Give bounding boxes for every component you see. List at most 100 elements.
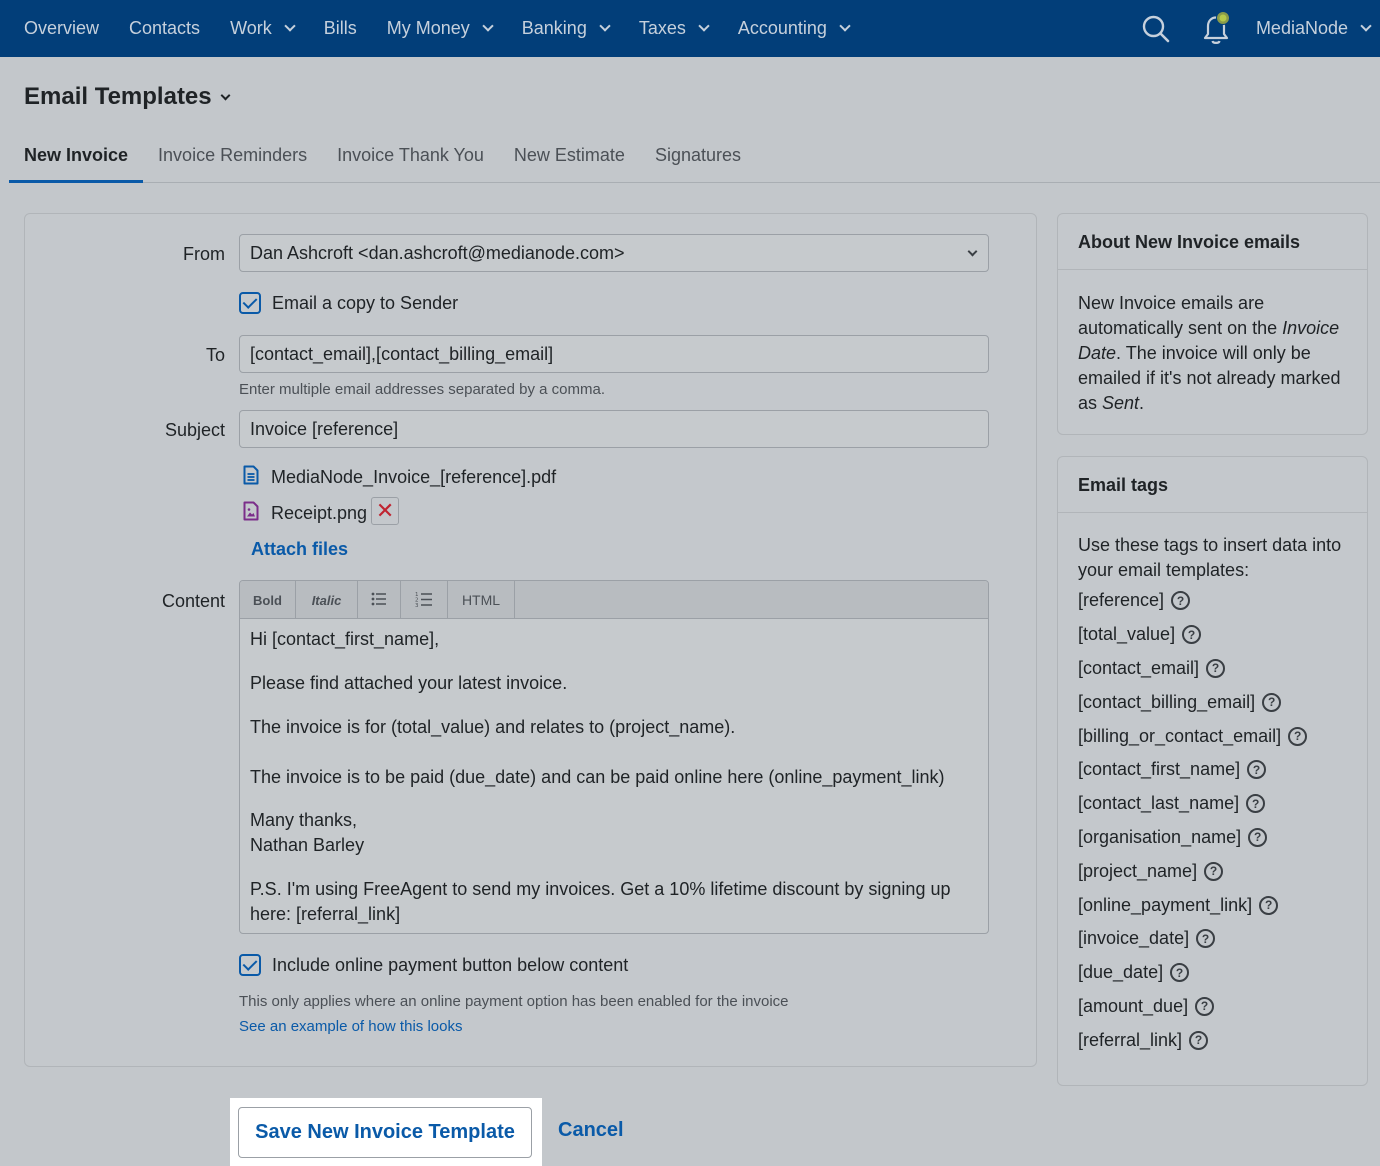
nav-item-contacts[interactable]: Contacts	[114, 0, 215, 57]
nav-item-work[interactable]: Work	[215, 0, 309, 57]
bell-icon[interactable]	[1196, 9, 1236, 49]
email-tag-row: [contact_billing_email]?	[1078, 685, 1347, 719]
email-tag-row: [project_name]?	[1078, 854, 1347, 888]
nav-item-label: Work	[230, 18, 272, 38]
search-icon[interactable]	[1136, 9, 1176, 49]
chevron-down-icon	[284, 20, 296, 32]
subject-input[interactable]: Invoice [reference]	[239, 410, 989, 448]
email-tags-list: [reference]? [total_value]? [contact_email…	[1078, 584, 1347, 1057]
email-tag-row: [contact_first_name]?	[1078, 753, 1347, 787]
content-line: The invoice is to be paid (due_date) and…	[250, 767, 945, 787]
email-tag-label: [contact_billing_email]	[1078, 691, 1256, 712]
remove-attachment-button[interactable]: ✕	[371, 496, 400, 525]
attach-files-link[interactable]: Attach files	[251, 539, 348, 560]
help-icon[interactable]: ?	[1259, 895, 1279, 915]
html-button[interactable]: HTML	[448, 581, 515, 619]
nav-item-overview[interactable]: Overview	[0, 0, 114, 57]
subject-value: Invoice [reference]	[250, 419, 399, 439]
copy-sender-checkbox[interactable]	[239, 292, 261, 314]
nav-item-label: Bills	[323, 18, 357, 38]
account-menu[interactable]: MediaNode	[1256, 18, 1372, 39]
nav-item-accounting[interactable]: Accounting	[723, 0, 864, 57]
help-icon[interactable]: ?	[1248, 827, 1268, 847]
nav-right: MediaNode	[1136, 0, 1372, 57]
tab-new-invoice[interactable]: New Invoice	[9, 131, 144, 183]
email-tag-row: [due_date]?	[1078, 956, 1347, 990]
email-tag-row: [contact_email]?	[1078, 652, 1347, 686]
tab-invoice-reminders[interactable]: Invoice Reminders	[143, 131, 322, 183]
help-icon[interactable]: ?	[1182, 625, 1202, 645]
email-tag-row: [reference]?	[1078, 584, 1347, 618]
nav-item-label: Taxes	[638, 18, 686, 38]
nav-item-taxes[interactable]: Taxes	[624, 0, 723, 57]
bold-button[interactable]: Bold	[240, 581, 296, 619]
email-tag-row: [online_payment_link]?	[1078, 888, 1347, 922]
attachment-name: Receipt.png	[271, 503, 368, 523]
tab-invoice-thank-you[interactable]: Invoice Thank You	[322, 131, 499, 183]
email-tag-label: [invoice_date]	[1078, 928, 1190, 949]
email-tag-label: [due_date]	[1078, 962, 1164, 983]
help-icon[interactable]: ?	[1189, 1030, 1209, 1050]
from-value: Dan Ashcroft <dan.ashcroft@medianode.com…	[250, 243, 625, 263]
email-tag-label: [amount_due]	[1078, 995, 1189, 1016]
chevron-down-icon	[967, 246, 978, 257]
tab-new-estimate[interactable]: New Estimate	[499, 131, 640, 183]
email-tags-title: Email tags	[1058, 457, 1367, 513]
bullet-list-button[interactable]	[358, 581, 401, 619]
cancel-button[interactable]: Cancel	[558, 1119, 624, 1142]
copy-sender-row: Email a copy to Sender	[239, 292, 458, 314]
editor-content[interactable]: Hi [contact_first_name], Please find att…	[240, 619, 988, 933]
nav-item-my-money[interactable]: My Money	[372, 0, 507, 57]
email-tag-label: [referral_link]	[1078, 1029, 1183, 1050]
payment-button-checkbox[interactable]	[239, 954, 261, 976]
help-icon[interactable]: ?	[1196, 929, 1216, 949]
nav-item-banking[interactable]: Banking	[507, 0, 624, 57]
help-icon[interactable]: ?	[1288, 726, 1308, 746]
help-icon[interactable]: ?	[1246, 794, 1266, 814]
help-icon[interactable]: ?	[1206, 658, 1226, 678]
email-tag-label: [contact_email]	[1078, 657, 1200, 678]
editor-toolbar: Bold Italic 123 HTML	[240, 581, 988, 619]
email-tags-panel: Email tags Use these tags to insert data…	[1057, 456, 1368, 1086]
about-panel: About New Invoice emails New Invoice ema…	[1057, 213, 1368, 435]
help-icon[interactable]: ?	[1170, 963, 1190, 983]
italic-button[interactable]: Italic	[296, 581, 358, 619]
chevron-down-icon	[698, 20, 710, 32]
chevron-down-icon	[1360, 20, 1372, 32]
email-tag-label: [online_payment_link]	[1078, 894, 1253, 915]
save-template-button[interactable]: Save New Invoice Template	[238, 1107, 532, 1158]
about-title: About New Invoice emails	[1058, 214, 1367, 270]
content-editor[interactable]: Bold Italic 123 HTML Hi [contact_first_n…	[239, 580, 989, 934]
document-icon	[243, 465, 271, 490]
example-link[interactable]: See an example of how this looks	[239, 1018, 462, 1035]
chevron-down-icon	[839, 20, 851, 32]
nav-item-label: Banking	[521, 18, 587, 38]
content-ps: P.S. I'm using FreeAgent to send my invo…	[250, 879, 951, 924]
to-label: To	[205, 345, 225, 365]
help-icon[interactable]: ?	[1247, 760, 1267, 780]
tab-signatures[interactable]: Signatures	[640, 131, 756, 183]
attachment-pdf[interactable]: MediaNode_Invoice_[reference].pdf	[243, 465, 556, 490]
numbered-list-button[interactable]: 123	[401, 581, 448, 619]
email-tag-label: [project_name]	[1078, 860, 1198, 881]
help-icon[interactable]: ?	[1204, 861, 1224, 881]
help-icon[interactable]: ?	[1171, 591, 1191, 611]
svg-text:3: 3	[415, 603, 419, 607]
email-tag-row: [invoice_date]?	[1078, 922, 1347, 956]
chevron-down-icon	[220, 90, 231, 100]
page-title[interactable]: Email Templates	[24, 83, 231, 111]
image-file-icon	[243, 501, 271, 526]
content-signature: Nathan Barley	[250, 835, 365, 855]
from-select[interactable]: Dan Ashcroft <dan.ashcroft@medianode.com…	[239, 234, 989, 272]
to-input[interactable]: [contact_email],[contact_billing_email]	[239, 335, 989, 373]
from-label: From	[183, 244, 225, 264]
help-icon[interactable]: ?	[1195, 996, 1215, 1016]
about-text-em: Sent	[1102, 393, 1140, 413]
attachment-receipt[interactable]: Receipt.png ✕	[243, 496, 400, 526]
content-signoff: Many thanks,	[250, 810, 358, 830]
email-tag-row: [amount_due]?	[1078, 990, 1347, 1024]
nav-item-label: Overview	[24, 18, 100, 38]
nav-item-bills[interactable]: Bills	[309, 0, 372, 57]
help-icon[interactable]: ?	[1262, 692, 1282, 712]
numbered-list-icon: 123	[415, 591, 433, 610]
